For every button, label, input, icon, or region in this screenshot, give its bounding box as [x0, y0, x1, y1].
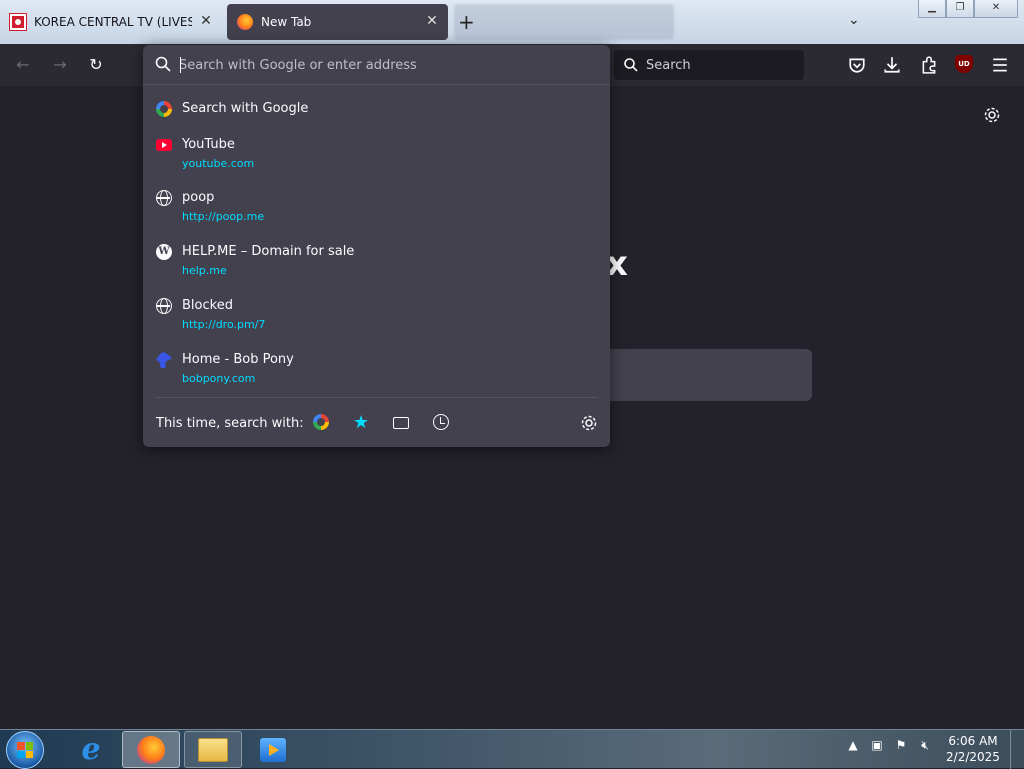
- close-window-button[interactable]: ✕: [974, 0, 1018, 18]
- action-center-flag-icon[interactable]: ⚑: [893, 738, 909, 753]
- tab-new-tab[interactable]: New Tab ✕: [227, 4, 448, 40]
- search-placeholder: Search: [646, 57, 691, 73]
- ublock-origin-icon[interactable]: UD: [955, 55, 973, 73]
- taskbar-file-explorer[interactable]: [184, 731, 242, 768]
- globe-icon: [156, 298, 172, 314]
- pocket-icon[interactable]: [848, 56, 866, 74]
- list-all-tabs-button[interactable]: ⌄: [848, 12, 860, 28]
- result-url: http://poop.me: [182, 210, 265, 223]
- result-help-me[interactable]: W HELP.ME – Domain for sale help.me: [143, 244, 610, 294]
- result-title: Search with Google: [182, 101, 309, 116]
- taskbar-clock[interactable]: 6:06 AM 2/2/2025: [946, 733, 1000, 765]
- gear-icon[interactable]: [983, 106, 1001, 124]
- divider: [155, 397, 598, 398]
- result-title: HELP.ME – Domain for sale: [182, 244, 355, 259]
- globe-icon: [156, 190, 172, 206]
- minimize-button[interactable]: ▁: [918, 0, 946, 18]
- window-controls: ▁ ❐ ✕: [918, 0, 1018, 18]
- gear-icon[interactable]: [580, 414, 598, 432]
- result-poop[interactable]: poop http://poop.me: [143, 190, 610, 240]
- search-bar[interactable]: Search: [614, 50, 804, 80]
- clock-date: 2/2/2025: [946, 750, 1000, 764]
- search-icon: [155, 56, 171, 72]
- show-desktop-button[interactable]: [1010, 730, 1024, 769]
- google-icon: [156, 101, 172, 117]
- forward-button[interactable]: →: [51, 56, 69, 74]
- google-icon[interactable]: [313, 414, 331, 432]
- extensions-icon[interactable]: [920, 56, 938, 74]
- result-url: http://dro.pm/7: [182, 318, 266, 331]
- tab-title: New Tab: [261, 15, 312, 29]
- back-button[interactable]: ←: [14, 56, 32, 74]
- windows-logo-icon: [17, 742, 33, 758]
- result-title: poop: [182, 190, 215, 205]
- system-tray: ▲ ▣ ⚑ 🔇︎: [845, 738, 933, 753]
- start-button[interactable]: [6, 731, 44, 769]
- clock-time: 6:06 AM: [948, 734, 998, 748]
- wordpress-icon: W: [156, 244, 172, 260]
- text-caret: [180, 57, 181, 73]
- result-blocked[interactable]: Blocked http://dro.pm/7: [143, 298, 610, 348]
- firefox-icon: [237, 14, 253, 30]
- dragged-tab-ghost: [454, 4, 674, 40]
- history-icon[interactable]: [433, 414, 451, 432]
- address-input[interactable]: [179, 53, 599, 77]
- result-youtube[interactable]: YouTube youtube.com: [143, 137, 610, 187]
- taskbar-internet-explorer[interactable]: e: [62, 731, 120, 768]
- search-icon: [624, 58, 638, 72]
- taskbar-firefox[interactable]: [122, 731, 180, 768]
- media-player-icon: [260, 737, 286, 762]
- result-title: YouTube: [182, 137, 235, 152]
- kctv-flag-icon: [10, 14, 26, 30]
- result-bob-pony[interactable]: Home - Bob Pony bobpony.com: [143, 352, 610, 402]
- downloads-icon[interactable]: [883, 56, 901, 74]
- result-title: Home - Bob Pony: [182, 352, 294, 367]
- bobpony-icon: [156, 352, 172, 368]
- one-off-label: This time, search with:: [156, 416, 304, 431]
- bookmarks-star-icon[interactable]: ★: [353, 414, 371, 432]
- windows-taskbar: e ▲ ▣ ⚑ 🔇︎ 6:06 AM 2/2/2025: [0, 729, 1024, 769]
- urlbar: [143, 45, 610, 85]
- result-url: youtube.com: [182, 157, 255, 170]
- result-url: help.me: [182, 264, 227, 277]
- tab-strip: KOREA CENTRAL TV (LIVESTREAM) ✕ New Tab …: [0, 0, 1024, 44]
- new-tab-button[interactable]: +: [458, 12, 475, 32]
- one-off-search-bar: This time, search with: ★: [143, 403, 610, 445]
- volume-muted-icon[interactable]: 🔇︎: [917, 738, 933, 753]
- internet-explorer-icon: e: [81, 732, 101, 767]
- tab-title: KOREA CENTRAL TV (LIVESTREAM): [34, 15, 192, 29]
- network-icon[interactable]: ▣: [869, 738, 885, 753]
- page-search-box[interactable]: [605, 349, 812, 401]
- menu-icon[interactable]: [991, 56, 1009, 74]
- result-title: Blocked: [182, 298, 233, 313]
- tabs-icon[interactable]: [393, 414, 411, 432]
- urlbar-dropdown: Search with Google YouTube youtube.com p…: [143, 45, 610, 447]
- show-hidden-icons-icon[interactable]: ▲: [845, 738, 861, 753]
- file-explorer-icon: [198, 737, 228, 762]
- close-tab-icon[interactable]: ✕: [424, 13, 440, 29]
- youtube-icon: [156, 137, 172, 153]
- restore-button[interactable]: ❐: [946, 0, 974, 18]
- taskbar-media-player[interactable]: [244, 731, 302, 768]
- firefox-icon: [137, 735, 165, 764]
- reload-button[interactable]: ↻: [87, 56, 105, 74]
- tab-korea-central-tv[interactable]: KOREA CENTRAL TV (LIVESTREAM) ✕: [0, 4, 222, 40]
- close-tab-icon[interactable]: ✕: [198, 13, 214, 29]
- result-url: bobpony.com: [182, 372, 256, 385]
